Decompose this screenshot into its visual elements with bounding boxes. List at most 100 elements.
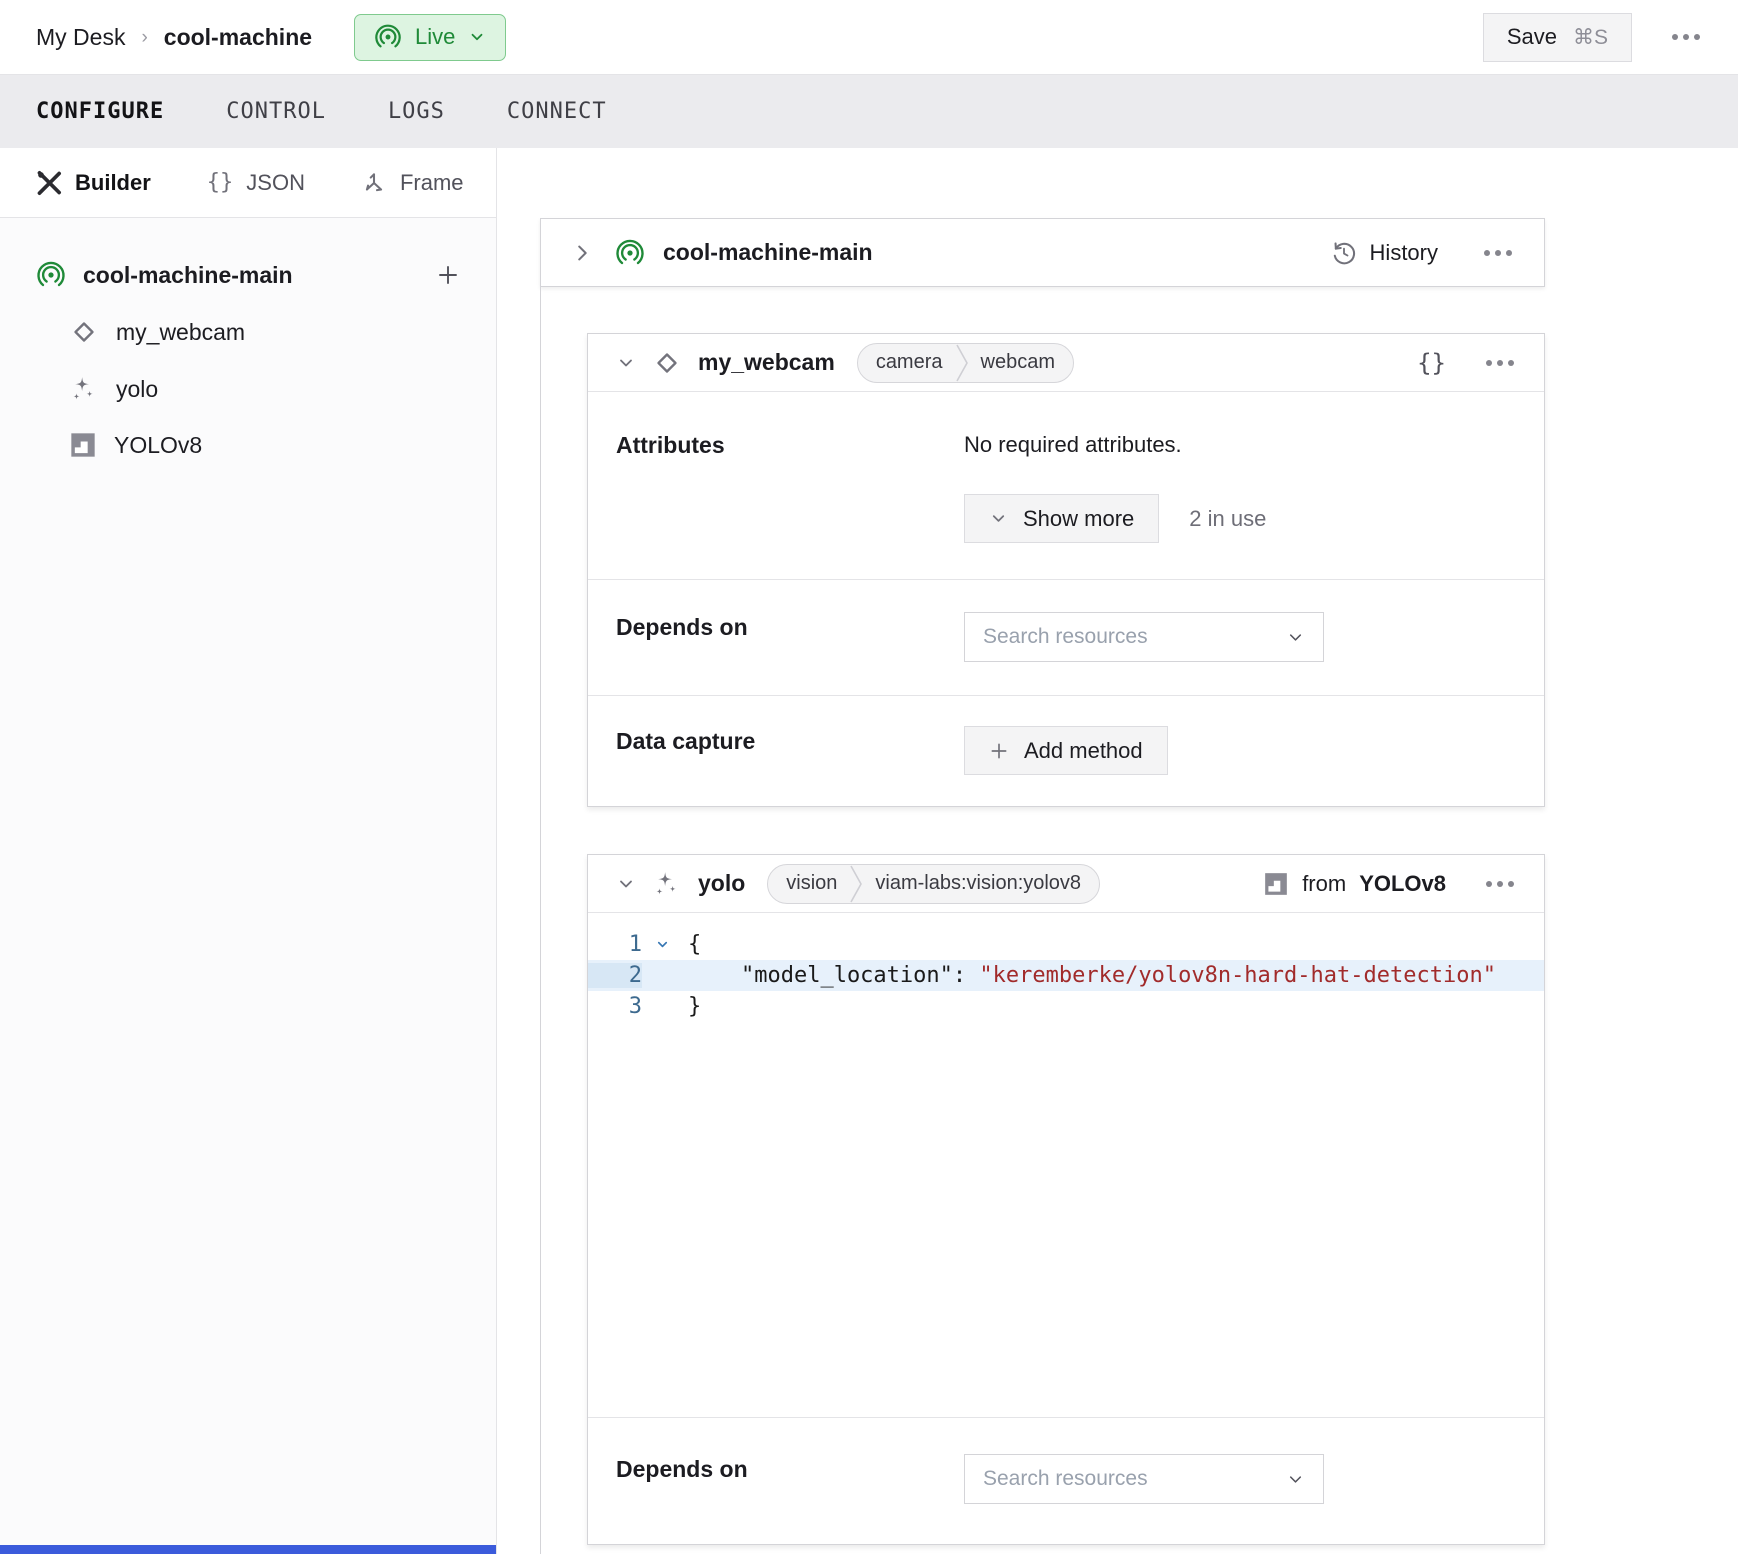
module-icon — [69, 431, 97, 459]
tree-item-label: my_webcam — [116, 319, 245, 346]
from-module-name: YOLOv8 — [1359, 871, 1446, 897]
config-view-tabs: Builder {} JSON Frame — [0, 148, 496, 218]
tree-item-machine-part[interactable]: cool-machine-main — [36, 260, 460, 290]
edit-json-braces-icon[interactable]: {} — [1417, 349, 1446, 377]
view-tab-frame[interactable]: Frame — [361, 170, 464, 196]
tree-item-label: yolo — [116, 376, 158, 403]
tree-item-label: YOLOv8 — [114, 432, 202, 459]
top-bar: My Desk › cool-machine Live Save ⌘S — [0, 0, 1738, 75]
fold-chevron-down-icon[interactable] — [642, 937, 682, 952]
attributes-in-use-count: 2 in use — [1189, 506, 1266, 532]
save-label: Save — [1507, 24, 1557, 50]
tab-connect[interactable]: CONNECT — [507, 99, 607, 124]
view-tab-builder[interactable]: Builder — [36, 170, 151, 196]
add-method-button[interactable]: Add method — [964, 726, 1168, 775]
component-diamond-icon — [652, 348, 682, 378]
resource-type-badge: camera webcam — [857, 343, 1074, 383]
line-number: 1 — [588, 932, 642, 957]
breadcrumb: My Desk › cool-machine — [36, 24, 312, 51]
part-overflow-menu-icon[interactable] — [1482, 244, 1514, 262]
history-clock-icon — [1331, 240, 1357, 266]
depends-on-placeholder: Search resources — [983, 625, 1148, 649]
builder-tools-icon — [36, 170, 62, 196]
json-key: "model_location" — [688, 963, 953, 988]
live-label: Live — [415, 24, 455, 50]
service-sparkles-icon — [652, 869, 682, 899]
tree-root-label: cool-machine-main — [83, 262, 293, 289]
resource-api-label: vision — [768, 872, 849, 895]
config-main-area: cool-machine-main History — [497, 148, 1738, 1554]
tree-item-yolo[interactable]: yolo — [36, 374, 460, 404]
broadcast-icon — [374, 23, 402, 51]
machine-part-header: cool-machine-main History — [540, 218, 1545, 287]
data-capture-label: Data capture — [616, 726, 964, 775]
viam-machine-page: My Desk › cool-machine Live Save ⌘S — [0, 0, 1738, 1554]
tree-item-my-webcam[interactable]: my_webcam — [36, 317, 460, 347]
depends-on-label: Depends on — [616, 1454, 964, 1504]
attributes-label: Attributes — [616, 430, 964, 543]
resource-model-label: viam-labs:vision:yolov8 — [863, 872, 1099, 895]
save-shortcut: ⌘S — [1573, 25, 1608, 50]
attributes-json-editor[interactable]: 1 { 2 "model_location": "keremberke/yolo… — [588, 912, 1544, 1417]
depends-on-label: Depends on — [616, 612, 964, 662]
resource-model-label: webcam — [969, 351, 1073, 374]
broadcast-icon — [615, 238, 645, 268]
tree-item-yolov8-module[interactable]: YOLOv8 — [36, 431, 460, 459]
card-overflow-menu-icon[interactable] — [1484, 875, 1516, 893]
code-line: 3 } — [588, 991, 1544, 1022]
chevron-down-icon — [1286, 1470, 1305, 1489]
resource-type-badge: vision viam-labs:vision:yolov8 — [767, 864, 1100, 904]
attributes-empty-text: No required attributes. — [964, 430, 1516, 458]
tab-control[interactable]: CONTROL — [226, 99, 326, 124]
view-tab-json-label: JSON — [246, 170, 305, 196]
module-icon — [1263, 871, 1289, 897]
bottom-status-strip — [0, 1545, 496, 1554]
code-content: { — [682, 932, 701, 957]
depends-on-select[interactable]: Search resources — [964, 612, 1324, 662]
badge-divider-icon — [849, 864, 863, 904]
from-module-indicator: from YOLOv8 — [1263, 871, 1446, 897]
history-label: History — [1370, 240, 1438, 266]
view-tab-frame-label: Frame — [400, 170, 464, 196]
breadcrumb-machine-name: cool-machine — [164, 24, 312, 51]
history-button[interactable]: History — [1331, 240, 1438, 266]
live-status-dropdown[interactable]: Live — [354, 14, 506, 61]
topbar-overflow-menu-icon[interactable] — [1670, 28, 1702, 46]
collapse-card-chevron-down-icon[interactable] — [616, 874, 636, 894]
resource-api-label: camera — [858, 351, 955, 374]
depends-on-section: Depends on Search resources — [588, 579, 1544, 695]
tab-logs[interactable]: LOGS — [388, 99, 445, 124]
attributes-section: Attributes No required attributes. Show … — [588, 391, 1544, 579]
data-capture-section: Data capture Add method — [588, 695, 1544, 806]
config-sidebar: Builder {} JSON Frame — [0, 148, 497, 1554]
depends-on-placeholder: Search resources — [983, 1467, 1148, 1491]
resource-name: yolo — [698, 870, 745, 897]
show-more-button[interactable]: Show more — [964, 494, 1159, 543]
code-line-active: 2 "model_location": "keremberke/yolov8n-… — [588, 960, 1544, 991]
save-button[interactable]: Save ⌘S — [1483, 13, 1632, 62]
tab-configure[interactable]: CONFIGURE — [36, 99, 164, 124]
view-tab-json[interactable]: {} JSON — [207, 170, 305, 196]
card-header: my_webcam camera webcam {} — [588, 334, 1544, 391]
expand-part-chevron-right-icon[interactable] — [571, 242, 593, 264]
code-content: "model_location": "keremberke/yolov8n-ha… — [682, 963, 1496, 988]
code-content: } — [682, 994, 701, 1019]
depends-on-section: Depends on Search resources — [588, 1417, 1544, 1544]
resource-tree: cool-machine-main my_webcam — [0, 218, 496, 459]
part-title: cool-machine-main — [663, 239, 873, 266]
chevron-down-icon — [989, 509, 1008, 528]
card-header: yolo vision viam-labs:vision:yolov8 — [588, 855, 1544, 912]
chevron-down-icon — [468, 28, 486, 46]
depends-on-select[interactable]: Search resources — [964, 1454, 1324, 1504]
collapse-card-chevron-down-icon[interactable] — [616, 353, 636, 373]
service-sparkles-icon — [69, 374, 99, 404]
part-resources-group: my_webcam camera webcam {} Attributes — [540, 287, 1738, 1554]
plus-icon — [989, 741, 1009, 761]
component-diamond-icon — [69, 317, 99, 347]
add-resource-button[interactable] — [436, 263, 460, 287]
add-method-label: Add method — [1024, 738, 1143, 764]
breadcrumb-my-desk[interactable]: My Desk — [36, 24, 125, 51]
show-more-label: Show more — [1023, 506, 1134, 532]
card-overflow-menu-icon[interactable] — [1484, 354, 1516, 372]
resource-card-yolo: yolo vision viam-labs:vision:yolov8 — [587, 854, 1545, 1545]
